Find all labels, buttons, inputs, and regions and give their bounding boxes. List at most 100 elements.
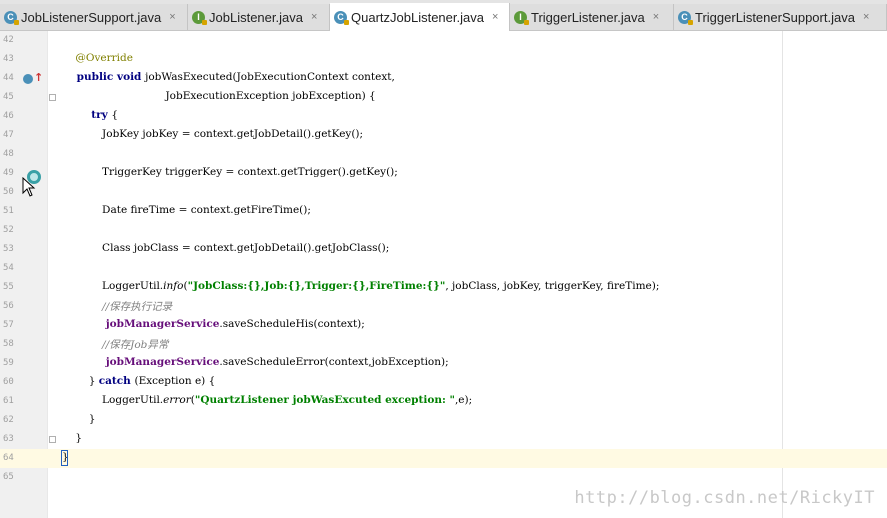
lock-icon bbox=[344, 19, 349, 25]
close-tab-icon[interactable]: × bbox=[863, 11, 869, 23]
line-number: 53 bbox=[3, 244, 14, 254]
code-token: { bbox=[111, 109, 119, 121]
line-number: 60 bbox=[3, 377, 14, 387]
line-number: 50 bbox=[3, 187, 14, 197]
code-text: jobManagerService.saveScheduleError(cont… bbox=[62, 356, 449, 368]
code-text: } catch (Exception e) { bbox=[62, 375, 216, 387]
code-line[interactable]: 58 //保存Job异常 bbox=[0, 335, 887, 354]
code-line[interactable]: 55 LoggerUtil.info("JobClass:{},Job:{},T… bbox=[0, 278, 887, 297]
code-token: "JobClass:{},Job:{},Trigger:{},FireTime:… bbox=[187, 280, 446, 292]
line-number: 44 bbox=[3, 73, 14, 83]
class-file-icon: C bbox=[334, 10, 349, 25]
code-token: LoggerUtil. bbox=[62, 394, 164, 406]
line-number: 59 bbox=[3, 358, 14, 368]
code-text: jobManagerService.saveScheduleHis(contex… bbox=[62, 318, 365, 330]
code-line[interactable]: 48 bbox=[0, 145, 887, 164]
code-token: TriggerKey triggerKey = context.getTrigg… bbox=[62, 166, 398, 178]
tab-triggerlistenersupport[interactable]: C TriggerListenerSupport.java × bbox=[674, 4, 887, 30]
line-number: 43 bbox=[3, 54, 14, 64]
code-line[interactable]: 49 TriggerKey triggerKey = context.getTr… bbox=[0, 164, 887, 183]
code-token: error bbox=[163, 394, 191, 406]
watermark: http://blog.csdn.net/RickyIT bbox=[574, 488, 875, 508]
code-token: jobManagerService bbox=[62, 356, 220, 368]
interface-file-icon: I bbox=[514, 10, 529, 25]
code-text: public void jobWasExecuted(JobExecutionC… bbox=[62, 71, 395, 83]
tab-quartzjoblistener[interactable]: C QuartzJobListener.java × bbox=[330, 3, 510, 31]
code-text: LoggerUtil.info("JobClass:{},Job:{},Trig… bbox=[62, 280, 659, 292]
code-text: } bbox=[62, 432, 82, 444]
code-line[interactable]: 42 bbox=[0, 31, 887, 50]
tab-label: JobListenerSupport.java bbox=[21, 9, 162, 25]
code-token: //保存Job异常 bbox=[62, 339, 169, 351]
code-line[interactable]: 61 LoggerUtil.error("QuartzListener jobW… bbox=[0, 392, 887, 411]
tab-joblistener[interactable]: I JobListener.java × bbox=[188, 4, 330, 30]
code-text: //保存Job异常 bbox=[62, 337, 168, 352]
line-number: 42 bbox=[3, 35, 14, 45]
code-line[interactable]: 64} bbox=[0, 449, 887, 468]
code-token: } bbox=[62, 432, 83, 444]
code-line[interactable]: 65 bbox=[0, 468, 887, 487]
code-editor[interactable]: 42 43 @Override 44 public void jobWasExecu… bbox=[0, 31, 887, 518]
line-number: 58 bbox=[3, 339, 14, 349]
code-line[interactable]: 54 bbox=[0, 259, 887, 278]
implements-method-icon[interactable] bbox=[23, 74, 33, 84]
interface-file-icon: I bbox=[192, 10, 207, 25]
tab-triggerlistener[interactable]: I TriggerListener.java × bbox=[510, 4, 674, 30]
code-line[interactable]: 46 try { bbox=[0, 107, 887, 126]
tab-label: JobListener.java bbox=[209, 9, 303, 25]
brace-match-highlight bbox=[61, 450, 68, 466]
code-text: TriggerKey triggerKey = context.getTrigg… bbox=[62, 166, 398, 178]
code-line[interactable]: 52 bbox=[0, 221, 887, 240]
code-token: catch bbox=[98, 375, 135, 387]
code-line[interactable]: 62 } bbox=[0, 411, 887, 430]
line-number: 54 bbox=[3, 263, 14, 273]
code-text: //保存执行记录 bbox=[62, 299, 172, 314]
code-line[interactable]: 47 JobKey jobKey = context.getJobDetail(… bbox=[0, 126, 887, 145]
code-token: JobExecutionException jobException) { bbox=[62, 90, 376, 102]
code-line[interactable]: 53 Class jobClass = context.getJobDetail… bbox=[0, 240, 887, 259]
code-token: "QuartzListener jobWasExcuted exception:… bbox=[194, 394, 455, 406]
close-tab-icon[interactable]: × bbox=[653, 11, 659, 23]
code-line[interactable]: 51 Date fireTime = context.getFireTime()… bbox=[0, 202, 887, 221]
override-arrow-icon[interactable]: ↑ bbox=[34, 71, 43, 84]
line-number: 52 bbox=[3, 225, 14, 235]
tab-label: TriggerListenerSupport.java bbox=[695, 9, 855, 25]
line-number: 45 bbox=[3, 92, 14, 102]
close-tab-icon[interactable]: × bbox=[492, 11, 498, 23]
mouse-pointer-icon bbox=[22, 177, 36, 197]
code-token: .saveScheduleHis(context); bbox=[219, 318, 365, 330]
code-token: } bbox=[62, 413, 96, 425]
close-tab-icon[interactable]: × bbox=[169, 11, 175, 23]
code-line[interactable]: 44 public void jobWasExecuted(JobExecuti… bbox=[0, 69, 887, 88]
lock-icon bbox=[688, 19, 693, 25]
code-token: LoggerUtil. bbox=[62, 280, 164, 292]
code-text: LoggerUtil.error("QuartzListener jobWasE… bbox=[62, 394, 472, 406]
line-number: 57 bbox=[3, 320, 14, 330]
close-tab-icon[interactable]: × bbox=[311, 11, 317, 23]
code-text: Date fireTime = context.getFireTime(); bbox=[62, 204, 311, 216]
line-number: 47 bbox=[3, 130, 14, 140]
line-number: 49 bbox=[3, 168, 14, 178]
line-number: 46 bbox=[3, 111, 14, 121]
line-number: 56 bbox=[3, 301, 14, 311]
code-token: //保存执行记录 bbox=[62, 301, 173, 313]
code-line[interactable]: 57 jobManagerService.saveScheduleHis(con… bbox=[0, 316, 887, 335]
code-token: info bbox=[163, 280, 184, 292]
fold-marker-icon[interactable] bbox=[49, 436, 56, 443]
code-line[interactable]: 59 jobManagerService.saveScheduleError(c… bbox=[0, 354, 887, 373]
code-token: try bbox=[62, 109, 112, 121]
code-line[interactable]: 45 JobExecutionException jobException) { bbox=[0, 88, 887, 107]
fold-marker-icon[interactable] bbox=[49, 94, 56, 101]
code-line[interactable]: 50 bbox=[0, 183, 887, 202]
code-text: } bbox=[62, 413, 96, 425]
code-text: Class jobClass = context.getJobDetail().… bbox=[62, 242, 389, 254]
code-line[interactable]: 56 //保存执行记录 bbox=[0, 297, 887, 316]
lock-icon bbox=[202, 19, 207, 25]
code-line[interactable]: 60 } catch (Exception e) { bbox=[0, 373, 887, 392]
code-text: @Override bbox=[62, 52, 133, 64]
lock-icon bbox=[14, 19, 19, 25]
tab-joblistenersupport[interactable]: C JobListenerSupport.java × bbox=[0, 4, 188, 30]
code-line[interactable]: 63 } bbox=[0, 430, 887, 449]
line-number: 64 bbox=[3, 453, 14, 463]
code-line[interactable]: 43 @Override bbox=[0, 50, 887, 69]
